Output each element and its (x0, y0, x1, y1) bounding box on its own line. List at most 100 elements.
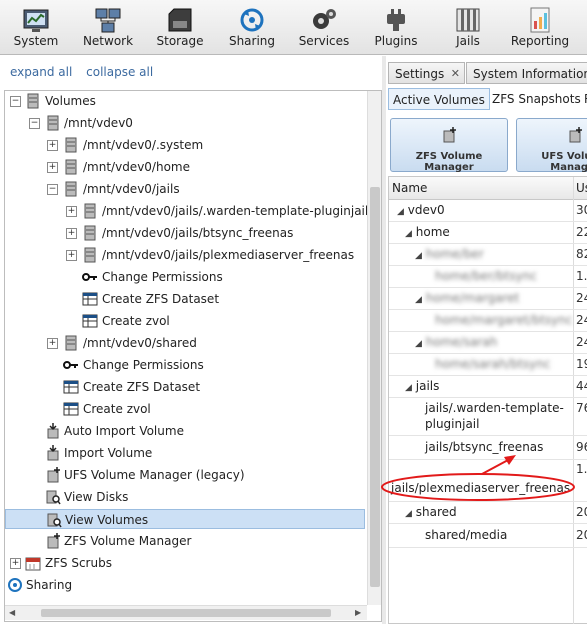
table-row[interactable]: ◢ home/margaret 24 (389, 287, 587, 310)
expand-toggle[interactable]: + (66, 206, 77, 217)
tree-node-zfs-volume-manager[interactable]: ZFS Volume Manager (5, 531, 365, 551)
table-row[interactable]: ◢ vdev0 30 (389, 199, 587, 222)
disk-icon (84, 225, 96, 241)
system-icon (23, 9, 49, 32)
expand-all-link[interactable]: expand all (10, 65, 72, 79)
toolbar-plugins-button[interactable]: Plugins (360, 0, 432, 54)
table-row[interactable]: jails/.warden-template-pluginjail 76 (389, 397, 587, 436)
table-row[interactable]: home/sarah/btsync 19 (389, 353, 587, 376)
scrollbar-thumb[interactable] (41, 609, 331, 617)
table-row[interactable]: home/margaret/btsync 24 (389, 309, 587, 332)
scroll-left-arrow-icon[interactable]: ◀ (9, 608, 15, 617)
toolbar-storage-button[interactable]: Storage (144, 0, 216, 54)
row-name: home/ber (425, 247, 484, 261)
expand-toggle[interactable]: + (47, 338, 58, 349)
tree-node-jails[interactable]: − /mnt/vdev0/jails (5, 179, 365, 199)
table-row[interactable]: home/ber/btsync 1. (389, 265, 587, 288)
collapse-toggle[interactable]: − (10, 96, 21, 107)
zfs-volume-manager-button[interactable]: ZFS Volume Manager (390, 118, 508, 173)
toolbar-services-button[interactable]: Services (288, 0, 360, 54)
tree-node-change-permissions[interactable]: Change Permissions (5, 267, 365, 287)
tree-node-create-zvol[interactable]: Create zvol (5, 311, 365, 331)
tree-node-auto-import-volume[interactable]: Auto Import Volume (5, 421, 365, 441)
tree-node-view-disks[interactable]: View Disks (5, 487, 365, 507)
expand-arrow-icon[interactable]: ◢ (415, 251, 422, 261)
toolbar-jails-button[interactable]: Jails (432, 0, 504, 54)
scroll-right-arrow-icon[interactable]: ▶ (355, 608, 361, 617)
tree-node-btsync[interactable]: + /mnt/vdev0/jails/btsync_freenas (5, 223, 365, 243)
table-row[interactable]: ◢ shared 20 (389, 501, 587, 524)
jails-icon (456, 8, 480, 32)
scrollbar-thumb[interactable] (370, 187, 380, 587)
row-name: home/sarah/btsync (435, 357, 551, 371)
table-row[interactable]: ◢ home 22 (389, 221, 587, 244)
tree-node-volumes[interactable]: − Volumes (5, 91, 365, 111)
expand-arrow-icon[interactable]: ◢ (415, 339, 422, 349)
column-header-name[interactable]: Name (389, 177, 573, 199)
expand-arrow-icon[interactable]: ◢ (405, 229, 412, 239)
tree-node-create-zvol-vdev0[interactable]: Create zvol (5, 399, 365, 419)
expand-toggle[interactable]: + (47, 140, 58, 151)
collapse-all-link[interactable]: collapse all (86, 65, 153, 79)
tree-node-import-volume[interactable]: Import Volume (5, 443, 365, 463)
toolbar-system-button[interactable]: System (0, 0, 72, 54)
expand-toggle[interactable]: + (66, 228, 77, 239)
expand-toggle[interactable]: + (66, 250, 77, 261)
row-used: 76 (576, 401, 587, 415)
toolbar-network-button[interactable]: Network (72, 0, 144, 54)
tree-node-label: View Volumes (65, 513, 149, 527)
tree-horizontal-scrollbar[interactable]: ◀ ▶ (5, 605, 367, 620)
expand-arrow-icon[interactable]: ◢ (415, 295, 422, 305)
table-row[interactable]: jails/plexmediaserver_freenas 1. (389, 459, 587, 502)
toolbar-reporting-button[interactable]: Reporting (504, 0, 576, 54)
row-used: 22 (576, 225, 587, 239)
row-name: home (415, 225, 450, 239)
collapse-toggle[interactable]: − (29, 118, 40, 129)
tree-node-home[interactable]: + /mnt/vdev0/home (5, 157, 365, 177)
expand-toggle[interactable]: + (10, 558, 21, 569)
row-used: 96 (576, 440, 587, 454)
tree-node-create-zfs-dataset-vdev0[interactable]: Create ZFS Dataset (5, 377, 365, 397)
table-row[interactable]: ◢ home/sarah 24 (389, 331, 587, 354)
expand-arrow-icon[interactable]: ◢ (397, 207, 404, 217)
expand-arrow-icon[interactable]: ◢ (405, 383, 412, 393)
collapse-toggle[interactable]: − (47, 184, 58, 195)
table-row[interactable]: jails/btsync_freenas 96 (389, 435, 587, 460)
table-row[interactable]: ◢ jails 44 (389, 375, 587, 398)
expand-arrow-icon[interactable]: ◢ (405, 509, 412, 519)
volumes-grid: Name Us ◢ vdev0 30 ◢ home 22 ◢ home/ber … (388, 176, 587, 624)
tree-node-warden-template[interactable]: + /mnt/vdev0/jails/.warden-template-plug… (5, 201, 368, 221)
table-row[interactable]: ◢ home/ber 82 (389, 243, 587, 266)
volume-manager-icon (47, 467, 60, 483)
expand-toggle[interactable]: + (47, 162, 58, 173)
tab-active-volumes[interactable]: Active Volumes (388, 88, 490, 110)
tab-next[interactable]: R (580, 88, 587, 110)
close-icon[interactable]: ✕ (451, 63, 460, 85)
toolbar-sharing-button[interactable]: Sharing (216, 0, 288, 54)
tree-node-shared[interactable]: + /mnt/vdev0/shared (5, 333, 365, 353)
tree-node-plexmediaserver[interactable]: + /mnt/vdev0/jails/plexmediaserver_freen… (5, 245, 365, 265)
row-used: 24 (576, 291, 587, 305)
tree-node-ufs-volume-manager[interactable]: UFS Volume Manager (legacy) (5, 465, 365, 485)
tree-node-zfs-scrubs[interactable]: + ZFS Scrubs (5, 553, 365, 573)
toolbar-label: Services (298, 34, 350, 48)
column-header-used[interactable]: Us (573, 177, 587, 199)
tree-node-mnt-vdev0[interactable]: − /mnt/vdev0 (5, 113, 365, 133)
tree-node-system[interactable]: + /mnt/vdev0/.system (5, 135, 365, 155)
tree-vertical-scrollbar[interactable] (367, 91, 381, 605)
row-name: home/sarah (425, 335, 498, 349)
tree-node-create-zfs-dataset[interactable]: Create ZFS Dataset (5, 289, 365, 309)
tab-zfs-snapshots[interactable]: ZFS Snapshots (488, 88, 585, 110)
row-name: vdev0 (407, 203, 445, 217)
tree-node-sharing[interactable]: Sharing (5, 575, 365, 595)
tree-node-change-permissions-vdev0[interactable]: Change Permissions (5, 355, 365, 375)
tree-node-view-volumes[interactable]: View Volumes (5, 509, 365, 529)
import-icon (47, 445, 59, 461)
tab-settings[interactable]: Settings ✕ (388, 62, 465, 84)
row-name: shared (415, 505, 457, 519)
dataset-icon (82, 292, 98, 306)
storage-icon (168, 8, 192, 32)
tab-system-information[interactable]: System Information (466, 62, 587, 84)
table-row[interactable]: shared/media 20 (389, 523, 587, 548)
ufs-volume-manager-button[interactable]: UFS Volume Manager (516, 118, 587, 173)
